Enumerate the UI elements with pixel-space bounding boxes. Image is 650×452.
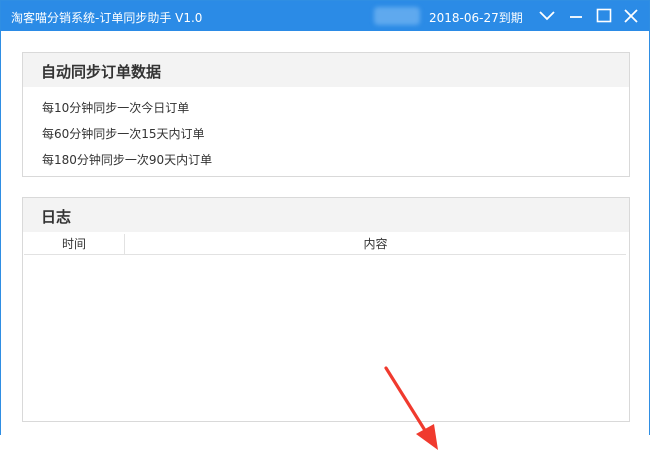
expiry-date: 2018-06-27到期	[429, 11, 523, 25]
chevron-down-icon	[539, 11, 555, 21]
log-panel-header: 日志	[23, 198, 629, 232]
sync-panel-title: 自动同步订单数据	[41, 63, 162, 81]
dropdown-button[interactable]	[537, 6, 557, 26]
column-header-content[interactable]: 内容	[125, 234, 626, 254]
redacted-username	[374, 7, 420, 25]
sync-panel: 自动同步订单数据 每10分钟同步一次今日订单 每60分钟同步一次15天内订单 每…	[22, 52, 630, 177]
log-panel: 日志 时间 内容	[22, 197, 630, 422]
sync-rule-today: 每10分钟同步一次今日订单	[42, 101, 190, 115]
close-icon	[624, 9, 638, 23]
title-bar[interactable]: 淘客喵分销系统-订单同步助手 V1.0 2018-06-27到期	[1, 1, 649, 31]
column-header-time[interactable]: 时间	[24, 234, 125, 254]
log-panel-title: 日志	[41, 208, 72, 226]
minimize-button[interactable]	[566, 6, 586, 26]
sync-panel-header: 自动同步订单数据	[23, 53, 629, 87]
log-list[interactable]	[24, 255, 626, 419]
maximize-button[interactable]	[594, 6, 614, 26]
sync-rule-90-days: 每180分钟同步一次90天内订单	[42, 153, 213, 167]
red-arrow-icon	[384, 366, 438, 450]
maximize-icon	[596, 8, 612, 23]
minimize-icon	[570, 16, 582, 18]
sync-rule-15-days: 每60分钟同步一次15天内订单	[42, 127, 205, 141]
app-window: 淘客喵分销系统-订单同步助手 V1.0 2018-06-27到期 自动同步订单数…	[0, 0, 650, 435]
close-button[interactable]	[621, 6, 641, 26]
log-table-header: 时间 内容	[24, 234, 626, 255]
window-title: 淘客喵分销系统-订单同步助手 V1.0	[11, 11, 203, 25]
